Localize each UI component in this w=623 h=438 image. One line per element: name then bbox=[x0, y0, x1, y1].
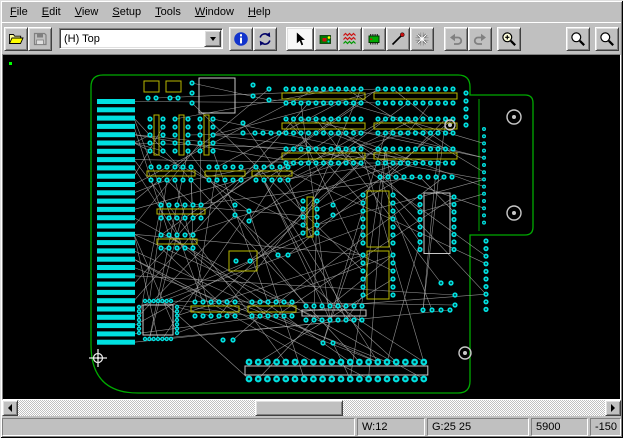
magnifier-icon bbox=[570, 31, 586, 47]
menu-bar: File Edit View Setup Tools Window Help bbox=[2, 2, 621, 22]
ic-icon bbox=[366, 31, 382, 47]
scroll-left-button[interactable] bbox=[2, 400, 18, 416]
info-icon bbox=[233, 31, 249, 47]
scrollbar-thumb[interactable] bbox=[255, 400, 343, 416]
pcb-canvas[interactable] bbox=[2, 54, 621, 400]
pcb-svg bbox=[3, 55, 620, 399]
status-y-coordinate-field: -150 bbox=[590, 418, 621, 436]
starburst-icon bbox=[414, 31, 430, 47]
menu-help[interactable]: Help bbox=[241, 3, 278, 21]
chevron-down-icon bbox=[210, 37, 216, 41]
app-window: File Edit View Setup Tools Window Help (… bbox=[0, 0, 623, 438]
status-grid-field: G:25 25 bbox=[427, 418, 529, 436]
undo-icon bbox=[448, 31, 464, 47]
scrollbar-track[interactable] bbox=[18, 400, 605, 416]
zoom-in-icon bbox=[501, 31, 517, 47]
redo-button[interactable] bbox=[468, 27, 492, 51]
refresh-icon bbox=[257, 31, 273, 47]
info-button[interactable] bbox=[229, 27, 253, 51]
status-x-coordinate-field: 5900 bbox=[531, 418, 588, 436]
menu-edit[interactable]: Edit bbox=[35, 3, 68, 21]
scroll-right-button[interactable] bbox=[605, 400, 621, 416]
magnifier-icon bbox=[599, 31, 615, 47]
clipped-button[interactable] bbox=[595, 27, 619, 51]
triangle-right-icon bbox=[611, 404, 615, 412]
status-width-field: W:12 bbox=[357, 418, 425, 436]
nets-tool-button[interactable] bbox=[338, 27, 362, 51]
status-message-field bbox=[2, 418, 355, 436]
layer-combobox-dropdown-button[interactable] bbox=[204, 30, 221, 47]
toolbar: (H) Top bbox=[2, 22, 621, 54]
refresh-button[interactable] bbox=[253, 27, 277, 51]
parts-tool-button[interactable] bbox=[314, 27, 338, 51]
menu-view[interactable]: View bbox=[68, 3, 106, 21]
nets-icon bbox=[342, 31, 358, 47]
probe-icon bbox=[390, 31, 406, 47]
zoom-button[interactable] bbox=[566, 27, 590, 51]
ic-tool-button[interactable] bbox=[362, 27, 386, 51]
layer-combobox[interactable]: (H) Top bbox=[59, 28, 223, 49]
undo-button[interactable] bbox=[444, 27, 468, 51]
menu-tools[interactable]: Tools bbox=[148, 3, 188, 21]
menu-window[interactable]: Window bbox=[188, 3, 241, 21]
select-tool-button[interactable] bbox=[286, 27, 314, 51]
status-bar: W:12 G:25 25 5900 -150 bbox=[2, 416, 621, 436]
pointer-icon bbox=[292, 31, 308, 47]
layer-combobox-value: (H) Top bbox=[60, 33, 204, 45]
parts-icon bbox=[318, 31, 334, 47]
zoom-in-button[interactable] bbox=[497, 27, 521, 51]
menu-file[interactable]: File bbox=[3, 3, 35, 21]
triangle-left-icon bbox=[8, 404, 12, 412]
probe-tool-button[interactable] bbox=[386, 27, 410, 51]
horizontal-scrollbar bbox=[2, 400, 621, 416]
open-folder-icon bbox=[8, 31, 24, 47]
open-button[interactable] bbox=[4, 27, 28, 51]
save-button[interactable] bbox=[28, 27, 52, 51]
menu-setup[interactable]: Setup bbox=[105, 3, 148, 21]
floppy-icon bbox=[32, 31, 48, 47]
redo-icon bbox=[472, 31, 488, 47]
optimize-tool-button[interactable] bbox=[410, 27, 434, 51]
